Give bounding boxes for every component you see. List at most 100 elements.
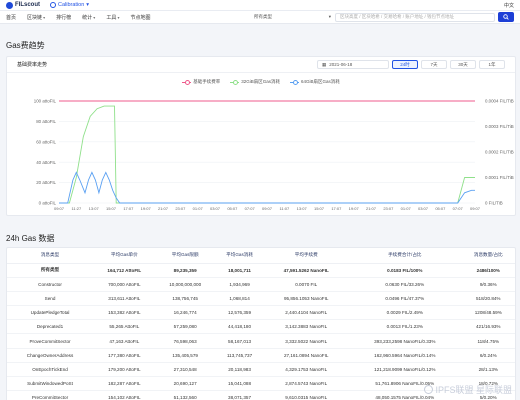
table-row: Deprecated1 55,265 AttoFIL 57,259,080 44,41… xyxy=(7,319,515,335)
column-header: 平均Gas消耗 xyxy=(214,248,265,264)
table-cell: 所有类型 xyxy=(7,263,94,278)
filscout-logo-icon xyxy=(6,1,13,9)
table-cell: 89,235,359 xyxy=(155,263,215,278)
search-type-select[interactable]: 所有类型 ▾ xyxy=(250,13,335,22)
x-tick-label: 07:07 xyxy=(453,206,464,211)
x-tick-label: 05:07 xyxy=(435,206,446,211)
watermark: IPFS联盟 星际联盟 xyxy=(424,383,512,396)
table-cell: 393,233,2598 NanoFIL/0.33% xyxy=(348,333,462,349)
y-tick-label-left: 60 attoFIL xyxy=(36,139,56,144)
table-cell: 4,329.1753 NanoFIL xyxy=(264,362,349,378)
column-header: 手续费合计/占比 xyxy=(348,248,462,264)
table-row: UpdatePledgeTotal 153,382 AttoFIL 16,246,7… xyxy=(7,305,515,321)
table-cell: 47,591.5262 NanoFIL xyxy=(264,263,349,278)
y-tick-label-right: 0.0002 FIL/TiB xyxy=(485,150,514,155)
x-tick-label: 15:07 xyxy=(106,206,117,211)
table-cell: 179,200 AttoFIL xyxy=(93,362,156,378)
table-cell: 313,611 AttoFIL xyxy=(93,291,156,307)
table-cell: 154,102 AttoFIL xyxy=(93,390,156,400)
table-cell: 135,405,579 xyxy=(155,348,215,363)
search-input[interactable]: 区块高度 / 区块哈希 / 交易哈希 / 账户地址 / 钱包节点地址 xyxy=(335,12,495,22)
chart-subtitle: 基础费率走势 xyxy=(17,62,48,68)
nav-item-1[interactable]: 区块链 xyxy=(27,14,45,21)
chevron-down-icon: ▾ xyxy=(86,2,90,8)
search-button[interactable] xyxy=(498,12,514,22)
table-cell: 47,163 AttoFIL xyxy=(93,333,156,349)
table-cell: OnEpochTickEnd xyxy=(7,362,94,378)
logo[interactable]: FILscout xyxy=(6,1,40,9)
network-icon xyxy=(50,2,56,8)
table-cell: 55,265 AttoFIL xyxy=(93,319,156,335)
table-cell: 44,418,180 xyxy=(214,319,265,335)
y-tick-label-left: 100 attoFIL xyxy=(34,99,57,104)
nav-item-3[interactable]: 统计 xyxy=(82,14,95,21)
table-cell: 27,161.0894 NanoFIL xyxy=(264,348,349,363)
table-cell: 15,041,088 xyxy=(214,376,265,392)
language-switcher[interactable]: 中文 xyxy=(504,2,514,9)
y-tick-label-right: 0.0004 FIL/TiB xyxy=(485,99,514,104)
y-tick-label-left: 20 attoFIL xyxy=(36,180,56,185)
network-switcher[interactable]: Calibration ▾ xyxy=(50,2,89,8)
watermark-text: IPFS联盟 星际联盟 xyxy=(435,385,512,395)
table-cell: 153,382 AttoFIL xyxy=(93,305,156,321)
y-tick-label-left: 40 attoFIL xyxy=(36,160,56,165)
x-tick-label: 09:07 xyxy=(470,206,481,211)
table-cell: 6/0.24% xyxy=(461,348,515,363)
table-cell: ProveCommitSector xyxy=(7,333,94,349)
x-tick-label: 23:07 xyxy=(383,206,394,211)
nav-items: 首页 区块链 排行榜 统计 工具 节点地图 xyxy=(6,14,161,21)
table-cell: 58,167,013 xyxy=(214,333,265,349)
x-tick-label: 01:07 xyxy=(401,206,412,211)
table-cell: 164,712 AttoFIL xyxy=(93,263,156,278)
table-cell: 20,118,983 xyxy=(214,362,265,378)
calendar-icon: ▦ xyxy=(322,61,327,67)
range-button-2[interactable]: 30天 xyxy=(450,60,476,69)
x-tick-label: 05:07 xyxy=(227,206,238,211)
gas-data-card: 消息类型 平均Gas单价 平均Gas限额 平均Gas消耗 平均手续费 手续费合计/占比 消息… xyxy=(6,247,516,400)
table-cell: 138,756,745 xyxy=(155,291,215,307)
x-tick-label: 19:07 xyxy=(141,206,152,211)
search-icon xyxy=(503,14,509,20)
table-cell: 1208/48.59% xyxy=(461,305,515,321)
y-tick-label-right: 0.0001 FIL/TiB xyxy=(485,175,514,180)
table-cell: Send xyxy=(7,291,94,307)
table-row: Send 313,611 AttoFIL 138,756,745 1,068,814 9… xyxy=(7,291,515,307)
nav-item-5[interactable]: 节点地图 xyxy=(130,14,150,21)
table-cell: 1,068,814 xyxy=(214,291,265,307)
table-cell: 95,856.1053 NanoFIL xyxy=(264,291,349,307)
search-type-value: 所有类型 xyxy=(254,14,272,19)
table-cell: 2486/100% xyxy=(461,263,515,278)
x-tick-label: 19:07 xyxy=(349,206,360,211)
x-tick-label: 01:07 xyxy=(193,206,204,211)
column-header: 平均Gas单价 xyxy=(93,248,156,264)
table-cell: 162,960.5964 NanoFIL/0.14% xyxy=(348,348,462,363)
table-cell: 9/0.36% xyxy=(461,277,515,292)
top-bar: FILscout Calibration ▾ 中文 xyxy=(0,0,520,11)
table-header-row: 消息类型 平均Gas单价 平均Gas限额 平均Gas消耗 平均手续费 手续费合计/占比 消息… xyxy=(7,248,515,264)
range-button-1[interactable]: 7天 xyxy=(421,60,447,69)
range-button-3[interactable]: 1年 xyxy=(479,60,505,69)
column-header: 消息数量/占比 xyxy=(461,248,515,264)
table-cell: 0.0013 FIL/1.23% xyxy=(348,319,462,335)
main-nav: 首页 区块链 排行榜 统计 工具 节点地图 所有类型 ▾ 区块高度 / 区块哈希 / 交易… xyxy=(0,11,520,24)
nav-item-2[interactable]: 排行榜 xyxy=(56,14,71,21)
table-row: 所有类型 164,712 AttoFIL 89,235,359 18,001,711 4… xyxy=(7,263,515,278)
page-title: Gas费趋势 xyxy=(6,41,45,50)
table-cell: PreCommitSector xyxy=(7,390,94,400)
nav-item-0[interactable]: 首页 xyxy=(6,14,16,21)
series-line xyxy=(59,171,475,204)
table-cell: 121,218.9099 NanoFIL/0.12% xyxy=(348,362,462,378)
table-row: Constructor 700,000 AttoFIL 10,000,000,000… xyxy=(7,277,515,292)
table-cell: 20,690,127 xyxy=(155,376,215,392)
table-cell: 76,598,063 xyxy=(155,333,215,349)
x-tick-label: 15:07 xyxy=(314,206,325,211)
y-tick-label-right: 0 FIL/TiB xyxy=(485,201,503,206)
table-cell: 2,874.5743 NanoFIL xyxy=(264,376,349,392)
table-cell: 177,380 AttoFIL xyxy=(93,348,156,363)
date-value: 2021-06-18 xyxy=(329,62,353,67)
table-cell: 27,310,548 xyxy=(155,362,215,378)
date-picker[interactable]: ▦ 2021-06-18 xyxy=(317,60,389,69)
range-button-0[interactable]: 24时 xyxy=(392,60,418,69)
nav-item-4[interactable]: 工具 xyxy=(106,14,119,21)
network-label: Calibration xyxy=(58,2,85,8)
